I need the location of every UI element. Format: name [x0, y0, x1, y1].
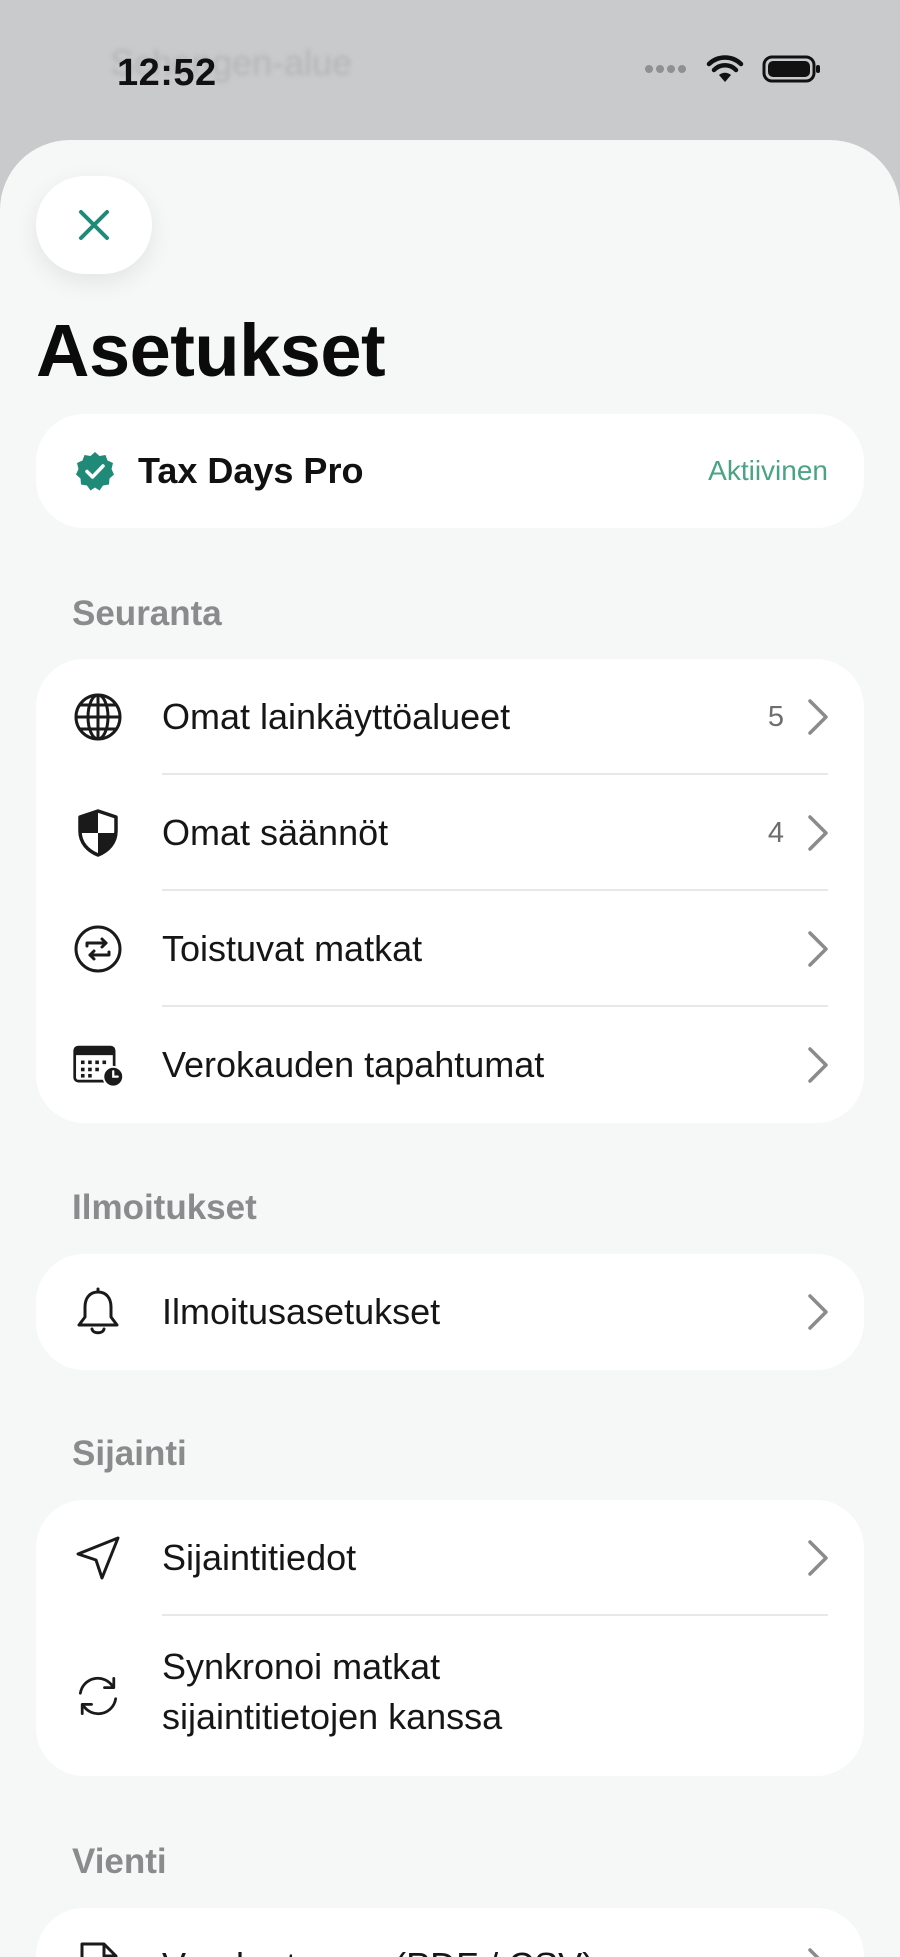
close-button[interactable] — [36, 176, 152, 274]
calendar-clock-icon — [72, 1039, 124, 1091]
row-recurring-trips[interactable]: Toistuvat matkat — [36, 891, 864, 1007]
bell-icon — [72, 1286, 124, 1338]
section-label-tracking: Seuranta — [72, 594, 222, 633]
chevron-right-icon — [808, 815, 828, 851]
location-card: Sijaintitiedot Synkronoi matkat sijainti… — [36, 1500, 864, 1776]
row-label: Ilmoitusasetukset — [162, 1291, 441, 1332]
verified-badge-icon — [76, 452, 114, 491]
row-label: Synkronoi matkat sijaintitietojen kanssa — [162, 1642, 502, 1742]
close-icon — [79, 210, 109, 240]
row-label: Omat lainkäyttöalueet — [162, 696, 511, 737]
row-count: 5 — [767, 700, 784, 733]
export-card: Verokertomus (PDF / CSV) — [36, 1908, 864, 1957]
tracking-card: Omat lainkäyttöalueet 5 Omat säännöt 4 T… — [36, 659, 864, 1123]
chevron-right-icon — [808, 931, 828, 967]
globe-icon — [72, 691, 124, 743]
page-title: Asetukset — [36, 309, 386, 392]
location-arrow-icon — [72, 1532, 124, 1584]
row-tax-period-events[interactable]: Verokauden tapahtumat — [36, 1007, 864, 1123]
subscription-status: Aktiivinen — [708, 455, 828, 486]
battery-icon — [762, 55, 820, 83]
row-rules[interactable]: Omat säännöt 4 — [36, 775, 864, 891]
signal-dots-icon — [645, 65, 686, 73]
row-label-line-1: Synkronoi matkat — [162, 1646, 441, 1687]
row-label: Verokauden tapahtumat — [162, 1044, 545, 1085]
section-label-location: Sijainti — [72, 1434, 187, 1473]
row-location-data[interactable]: Sijaintitiedot — [36, 1500, 864, 1616]
section-label-export: Vienti — [72, 1842, 167, 1881]
chevron-right-icon — [808, 1948, 820, 1957]
status-bar: Schengen-alue 12:52 — [0, 0, 900, 140]
section-label-notifications: Ilmoitukset — [72, 1188, 257, 1227]
chevron-right-icon — [808, 1047, 828, 1083]
subscription-name: Tax Days Pro — [138, 450, 364, 491]
row-jurisdictions[interactable]: Omat lainkäyttöalueet 5 — [36, 659, 864, 775]
row-tax-report[interactable]: Verokertomus (PDF / CSV) — [36, 1908, 864, 1957]
notifications-card: Ilmoitusasetukset — [36, 1254, 864, 1370]
row-label: Omat säännöt — [162, 812, 389, 853]
row-sync-trips[interactable]: Synkronoi matkat sijaintitietojen kanssa — [36, 1616, 864, 1776]
repeat-icon — [72, 923, 124, 975]
status-time: 12:52 — [117, 52, 217, 94]
chevron-right-icon — [808, 699, 828, 735]
row-label: Verokertomus (PDF / CSV) — [162, 1945, 594, 1957]
wifi-icon — [706, 55, 744, 82]
settings-sheet: Asetukset Tax Days Pro Aktiivinen Seuran… — [0, 140, 900, 1957]
sync-icon — [72, 1670, 124, 1722]
row-label: Toistuvat matkat — [162, 928, 423, 969]
row-label: Sijaintitiedot — [162, 1537, 357, 1578]
row-label-line-2: sijaintitietojen kanssa — [162, 1696, 503, 1737]
chevron-right-icon — [808, 1294, 828, 1330]
shield-icon — [72, 807, 124, 859]
chevron-right-icon — [808, 1540, 828, 1576]
document-icon — [72, 1940, 124, 1957]
status-icons — [644, 54, 822, 84]
subscription-card[interactable]: Tax Days Pro Aktiivinen — [36, 414, 864, 528]
row-notification-settings[interactable]: Ilmoitusasetukset — [36, 1254, 864, 1370]
row-count: 4 — [767, 816, 784, 849]
